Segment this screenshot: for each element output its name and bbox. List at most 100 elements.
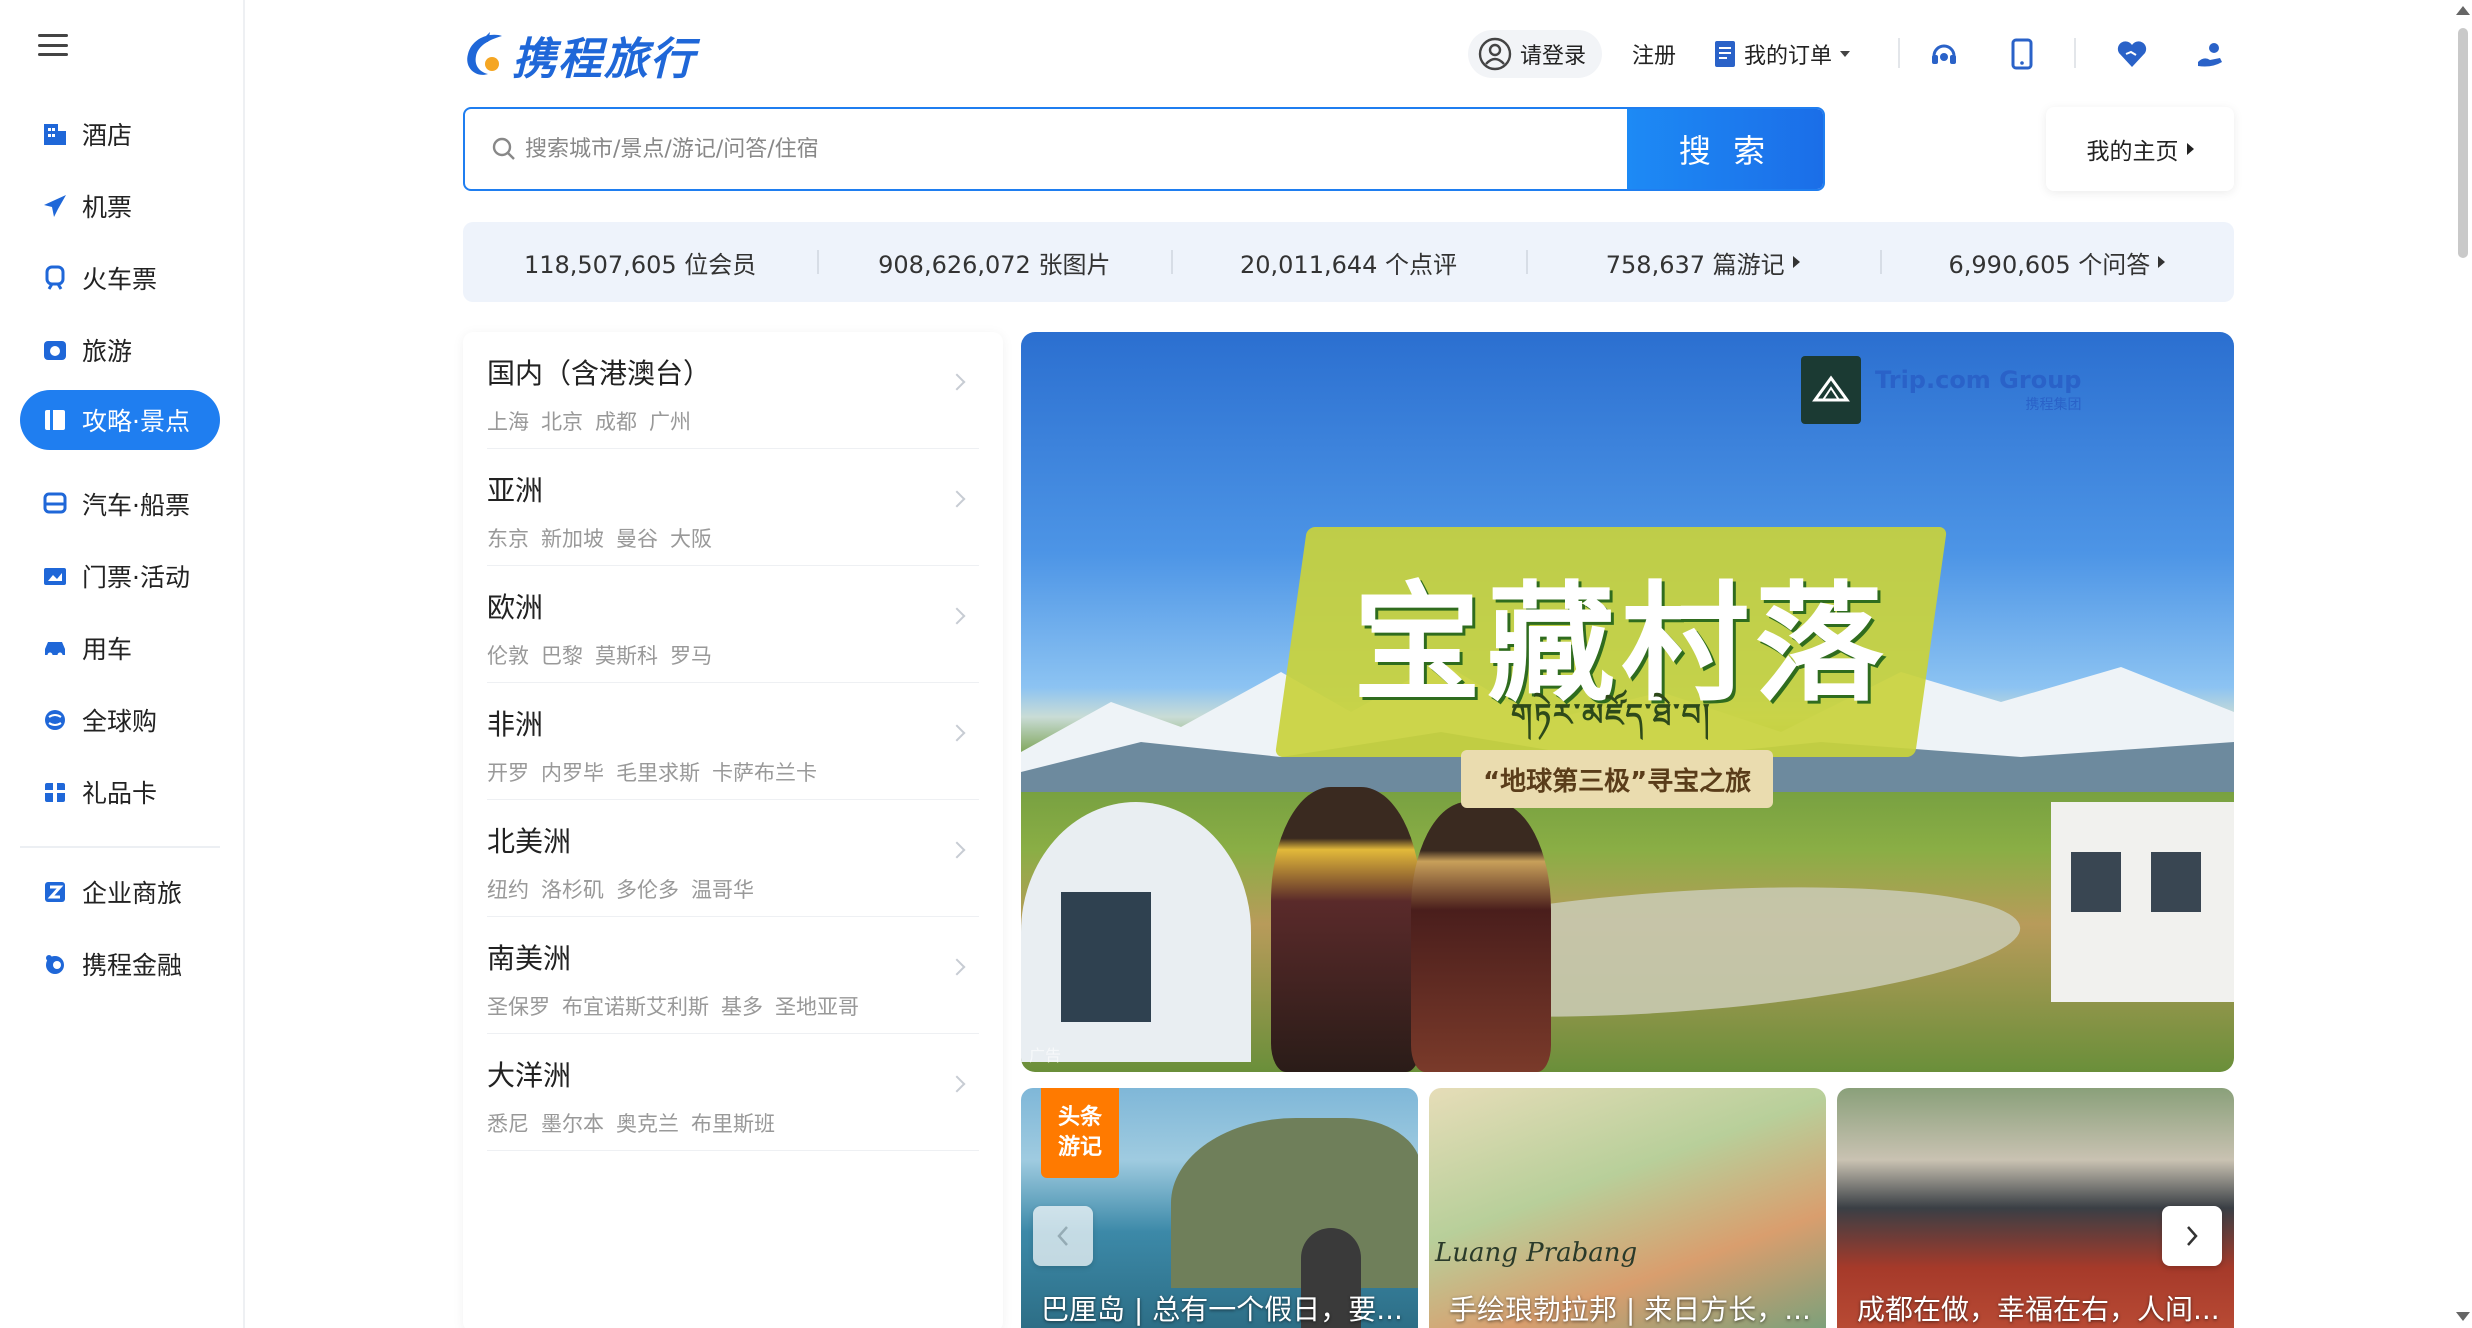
- city-link[interactable]: 纽约: [487, 878, 529, 902]
- sidebar-item-global-shop[interactable]: 全球购: [20, 690, 220, 750]
- region-name: 亚洲: [487, 474, 544, 507]
- scroll-down-arrow[interactable]: [2456, 1312, 2470, 1321]
- sidebar-item-label: 门票·活动: [82, 563, 190, 592]
- caret-down-icon: [1840, 51, 1851, 57]
- region-name: 欧洲: [487, 591, 544, 624]
- scrollbar-thumb[interactable]: [2458, 28, 2468, 258]
- region-list: 国内（含港澳台） 上海 北京 成都 广州 亚洲 东京 新加坡 曼谷 大阪 欧洲 伦敦 巴黎 莫斯科 罗马 非洲…: [463, 332, 1003, 1328]
- city-link[interactable]: 布里斯班: [691, 1112, 775, 1136]
- region-item[interactable]: 北美洲纽约 洛杉矶 多伦多 温哥华: [487, 800, 979, 917]
- search-input-wrap: [465, 109, 1627, 189]
- sidebar-item-hotel[interactable]: 酒店: [20, 104, 220, 164]
- city-link[interactable]: 圣地亚哥: [775, 995, 859, 1019]
- region-name: 北美洲: [487, 825, 572, 858]
- sidebar-item-label: 机票: [82, 193, 133, 222]
- card-caption: 手绘琅勃拉邦 | 来日方长，...: [1449, 1293, 1811, 1326]
- stat-qa[interactable]: 6,990,605 个问答: [1879, 245, 2234, 280]
- region-item[interactable]: 非洲开罗 内罗毕 毛里求斯 卡萨布兰卡: [487, 683, 979, 800]
- city-link[interactable]: 温哥华: [691, 878, 754, 902]
- region-name: 南美洲: [487, 942, 572, 975]
- city-link[interactable]: 奥克兰: [616, 1112, 679, 1136]
- city-link[interactable]: 广州: [649, 410, 691, 434]
- brand-logo[interactable]: 携程旅行: [462, 26, 696, 85]
- region-item[interactable]: 欧洲伦敦 巴黎 莫斯科 罗马: [487, 566, 979, 683]
- login-button[interactable]: 请登录: [1468, 30, 1603, 78]
- region-item[interactable]: 国内（含港澳台） 上海 北京 成都 广州: [487, 332, 979, 449]
- sidebar-item-bus[interactable]: 汽车·船票: [20, 474, 220, 534]
- city-link[interactable]: 开罗: [487, 761, 529, 785]
- city-link[interactable]: 上海: [487, 410, 529, 434]
- service-agent-icon[interactable]: [2190, 34, 2230, 74]
- city-link[interactable]: 基多: [721, 995, 763, 1019]
- partner-brand-name: Trip.com Group: [1875, 366, 2082, 394]
- city-link[interactable]: 多伦多: [616, 878, 679, 902]
- mobile-app-icon[interactable]: [2002, 34, 2042, 74]
- chevron-left-icon: [1057, 1226, 1068, 1246]
- region-cities: 开罗 内罗毕 毛里求斯 卡萨布兰卡: [487, 757, 979, 787]
- city-link[interactable]: 卡萨布兰卡: [712, 761, 817, 785]
- city-link[interactable]: 墨尔本: [541, 1112, 604, 1136]
- search-button[interactable]: 搜 索: [1627, 109, 1823, 189]
- sidebar-item-car[interactable]: 用车: [20, 618, 220, 678]
- sidebar-item-travel[interactable]: 旅游: [20, 320, 220, 380]
- business-icon: [40, 877, 70, 907]
- city-link[interactable]: 大阪: [670, 527, 712, 551]
- brand-name: 携程旅行: [512, 34, 696, 85]
- city-link[interactable]: 莫斯科: [595, 644, 658, 668]
- my-home-button[interactable]: 我的主页: [2046, 107, 2234, 191]
- city-link[interactable]: 圣保罗: [487, 995, 550, 1019]
- person-illustration: [1271, 787, 1421, 1072]
- my-orders-dropdown[interactable]: 我的订单: [1714, 30, 1851, 78]
- city-link[interactable]: 伦敦: [487, 644, 529, 668]
- stat-travelogues[interactable]: 758,637 篇游记: [1525, 245, 1880, 280]
- carousel-prev-button[interactable]: [1033, 1206, 1093, 1266]
- region-item[interactable]: 南美洲圣保罗 布宜诺斯艾利斯 基多 圣地亚哥: [487, 917, 979, 1034]
- sidebar-item-train[interactable]: 火车票: [20, 248, 220, 308]
- bus-icon: [40, 489, 70, 519]
- city-link[interactable]: 洛杉矶: [541, 878, 604, 902]
- region-item[interactable]: 亚洲东京 新加坡 曼谷 大阪: [487, 449, 979, 566]
- city-link[interactable]: 悉尼: [487, 1112, 529, 1136]
- hero-banner[interactable]: 宝藏村落 གཏེར་མཛོད་ཐེ་བ། “地球第三极”寻宝之旅 Trip.co…: [1021, 332, 2234, 1072]
- sidebar-item-business[interactable]: 企业商旅: [20, 862, 220, 922]
- sidebar-item-gift-card[interactable]: 礼品卡: [20, 762, 220, 822]
- carousel-next-button[interactable]: [2162, 1206, 2222, 1266]
- banner-tagline: “地球第三极”寻宝之旅: [1461, 750, 1774, 808]
- sidebar-item-label: 礼品卡: [82, 779, 158, 808]
- region-cities: 圣保罗 布宜诺斯艾利斯 基多 圣地亚哥: [487, 991, 979, 1021]
- card-caption: 巴厘岛 | 总有一个假日，要...: [1041, 1293, 1403, 1326]
- city-link[interactable]: 内罗毕: [541, 761, 604, 785]
- sidebar-item-label: 携程金融: [82, 951, 183, 980]
- city-link[interactable]: 巴黎: [541, 644, 583, 668]
- city-link[interactable]: 毛里求斯: [616, 761, 700, 785]
- travelogue-card[interactable]: Luang Prabang 手绘琅勃拉邦 | 来日方长，...: [1429, 1088, 1826, 1328]
- partner-brand-text: Trip.com Group 携程集团: [1875, 366, 2081, 414]
- city-link[interactable]: 东京: [487, 527, 529, 551]
- headline-badge: 头条游记: [1041, 1088, 1119, 1178]
- region-name: 国内（含港澳台）: [487, 357, 712, 390]
- region-cities: 伦敦 巴黎 莫斯科 罗马: [487, 640, 979, 670]
- city-link[interactable]: 曼谷: [616, 527, 658, 551]
- search-input[interactable]: [525, 136, 1627, 162]
- register-link[interactable]: 注册: [1632, 30, 1676, 78]
- stat-text: 20,011,644 个点评: [1239, 250, 1458, 279]
- stat-text: 6,990,605 个问答: [1948, 250, 2151, 279]
- sidebar-item-flight[interactable]: 机票: [20, 176, 220, 236]
- city-link[interactable]: 北京: [541, 410, 583, 434]
- customer-service-icon[interactable]: [1924, 34, 1964, 74]
- sidebar-item-guide[interactable]: 攻略·景点: [20, 390, 220, 450]
- region-name: 非洲: [487, 708, 544, 741]
- region-item[interactable]: 大洋洲 悉尼 墨尔本 奥克兰 布里斯班: [487, 1034, 979, 1151]
- charity-heart-icon[interactable]: [2112, 34, 2152, 74]
- city-link[interactable]: 新加坡: [541, 527, 604, 551]
- menu-icon[interactable]: [38, 34, 68, 56]
- city-link[interactable]: 布宜诺斯艾利斯: [562, 995, 709, 1019]
- sidebar-item-label: 汽车·船票: [82, 491, 190, 520]
- search-icon: [492, 137, 515, 160]
- triangle-right-icon: [2158, 256, 2166, 268]
- city-link[interactable]: 成都: [595, 410, 637, 434]
- scroll-up-arrow[interactable]: [2456, 6, 2470, 15]
- sidebar-item-finance[interactable]: 携程金融: [20, 934, 220, 994]
- sidebar-item-ticket[interactable]: 门票·活动: [20, 546, 220, 606]
- city-link[interactable]: 罗马: [670, 644, 712, 668]
